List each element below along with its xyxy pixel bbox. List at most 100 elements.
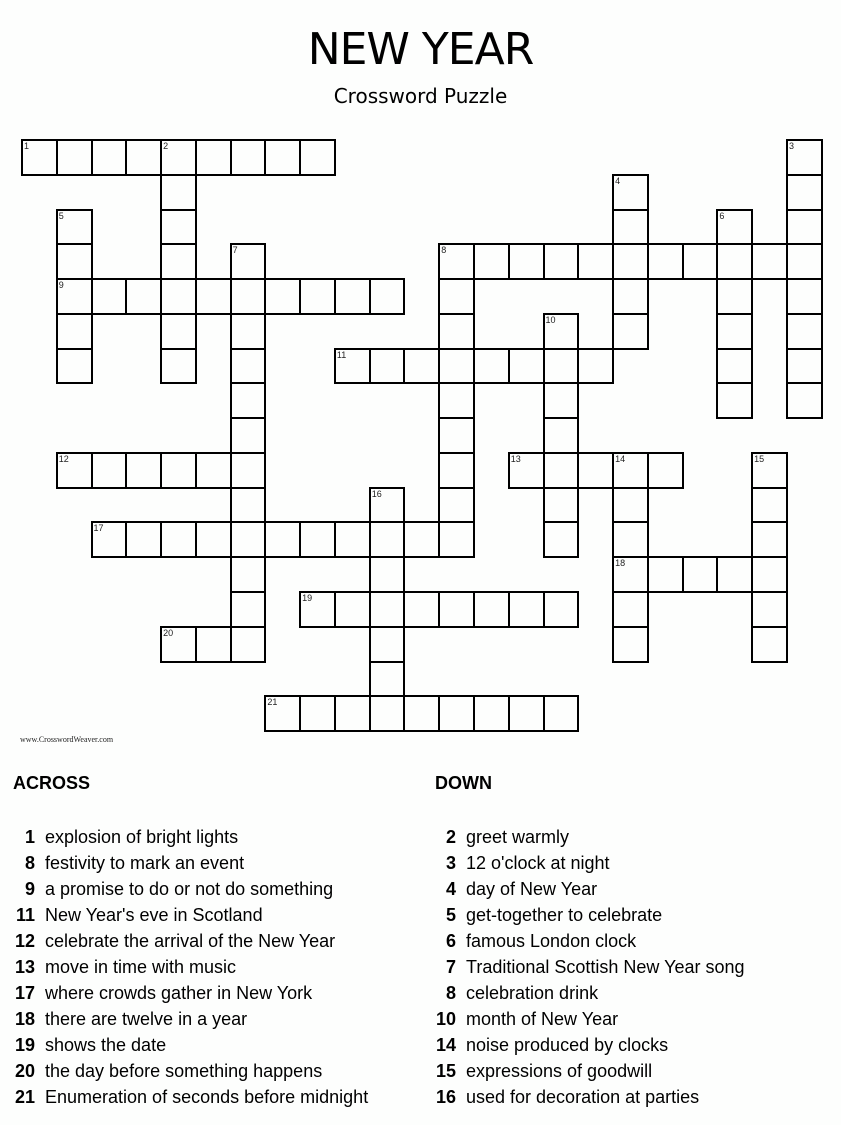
grid-cell[interactable] (785, 278, 823, 315)
grid-cell[interactable] (507, 591, 545, 628)
grid-cell[interactable]: 19 (299, 591, 336, 628)
grid-cell[interactable] (438, 695, 475, 733)
grid-cell[interactable] (90, 278, 128, 315)
grid-cell[interactable] (751, 243, 788, 281)
grid-cell[interactable] (368, 591, 406, 628)
grid-cell[interactable] (125, 451, 163, 489)
grid-cell[interactable] (229, 521, 267, 559)
grid-cell[interactable] (785, 208, 823, 246)
grid-cell[interactable] (160, 451, 197, 489)
grid-cell[interactable] (368, 556, 406, 593)
grid-cell[interactable] (160, 243, 197, 281)
grid-cell[interactable]: 15 (751, 451, 788, 489)
grid-cell[interactable] (577, 243, 615, 281)
grid-cell[interactable] (125, 139, 163, 176)
grid-cell[interactable] (55, 139, 93, 176)
grid-cell[interactable] (542, 486, 580, 524)
grid-cell[interactable]: 11 (333, 347, 371, 385)
grid-cell[interactable] (785, 312, 823, 350)
grid-cell[interactable] (90, 451, 128, 489)
grid-cell[interactable] (264, 521, 302, 559)
grid-cell[interactable] (368, 625, 406, 663)
grid-cell[interactable] (55, 312, 93, 350)
grid-cell[interactable] (751, 591, 788, 628)
grid-cell[interactable] (612, 312, 649, 350)
grid-cell[interactable] (160, 208, 197, 246)
grid-cell[interactable] (473, 347, 510, 385)
grid-cell[interactable]: 14 (612, 451, 649, 489)
grid-cell[interactable] (229, 625, 267, 663)
grid-cell[interactable]: 4 (612, 173, 649, 211)
grid-cell[interactable] (473, 591, 510, 628)
grid-cell[interactable] (542, 591, 580, 628)
grid-cell[interactable] (681, 243, 719, 281)
grid-cell[interactable] (577, 347, 615, 385)
grid-cell[interactable] (333, 521, 371, 559)
grid-cell[interactable] (612, 486, 649, 524)
grid-cell[interactable] (542, 521, 580, 559)
grid-cell[interactable] (333, 695, 371, 733)
grid-cell[interactable] (229, 347, 267, 385)
grid-cell[interactable] (542, 382, 580, 420)
grid-cell[interactable] (507, 243, 545, 281)
grid-cell[interactable] (507, 695, 545, 733)
grid-cell[interactable] (160, 312, 197, 350)
grid-cell[interactable] (612, 208, 649, 246)
grid-cell[interactable] (229, 382, 267, 420)
grid-cell[interactable] (194, 278, 232, 315)
grid-cell[interactable] (716, 382, 754, 420)
grid-cell[interactable]: 16 (368, 486, 406, 524)
grid-cell[interactable] (264, 278, 302, 315)
grid-cell[interactable] (125, 278, 163, 315)
grid-cell[interactable] (229, 591, 267, 628)
grid-cell[interactable] (716, 347, 754, 385)
grid-cell[interactable] (612, 243, 649, 281)
grid-cell[interactable] (194, 139, 232, 176)
grid-cell[interactable] (612, 521, 649, 559)
grid-cell[interactable] (333, 591, 371, 628)
grid-cell[interactable]: 13 (507, 451, 545, 489)
grid-cell[interactable] (438, 347, 475, 385)
grid-cell[interactable] (368, 347, 406, 385)
grid-cell[interactable] (751, 625, 788, 663)
grid-cell[interactable]: 8 (438, 243, 475, 281)
grid-cell[interactable] (194, 451, 232, 489)
grid-cell[interactable] (716, 278, 754, 315)
grid-cell[interactable] (299, 521, 336, 559)
grid-cell[interactable] (160, 278, 197, 315)
grid-cell[interactable]: 18 (612, 556, 649, 593)
grid-cell[interactable]: 5 (55, 208, 93, 246)
grid-cell[interactable]: 3 (785, 139, 823, 176)
grid-cell[interactable] (542, 243, 580, 281)
grid-cell[interactable] (55, 243, 93, 281)
grid-cell[interactable] (785, 347, 823, 385)
grid-cell[interactable] (577, 451, 615, 489)
grid-cell[interactable] (785, 382, 823, 420)
grid-cell[interactable] (194, 625, 232, 663)
grid-cell[interactable] (612, 591, 649, 628)
grid-cell[interactable] (55, 347, 93, 385)
grid-cell[interactable] (681, 556, 719, 593)
grid-cell[interactable] (229, 486, 267, 524)
grid-cell[interactable] (473, 243, 510, 281)
grid-cell[interactable] (438, 451, 475, 489)
grid-cell[interactable] (751, 556, 788, 593)
grid-cell[interactable] (403, 347, 441, 385)
grid-cell[interactable] (438, 312, 475, 350)
grid-cell[interactable]: 20 (160, 625, 197, 663)
grid-cell[interactable] (229, 417, 267, 454)
grid-cell[interactable]: 12 (55, 451, 93, 489)
grid-cell[interactable] (542, 417, 580, 454)
grid-cell[interactable] (403, 695, 441, 733)
grid-cell[interactable] (368, 695, 406, 733)
grid-cell[interactable] (368, 521, 406, 559)
grid-cell[interactable] (333, 278, 371, 315)
grid-cell[interactable] (438, 382, 475, 420)
grid-cell[interactable]: 7 (229, 243, 267, 281)
grid-cell[interactable]: 6 (716, 208, 754, 246)
grid-cell[interactable] (542, 347, 580, 385)
grid-cell[interactable] (542, 695, 580, 733)
grid-cell[interactable]: 21 (264, 695, 302, 733)
grid-cell[interactable] (368, 278, 406, 315)
grid-cell[interactable] (160, 173, 197, 211)
